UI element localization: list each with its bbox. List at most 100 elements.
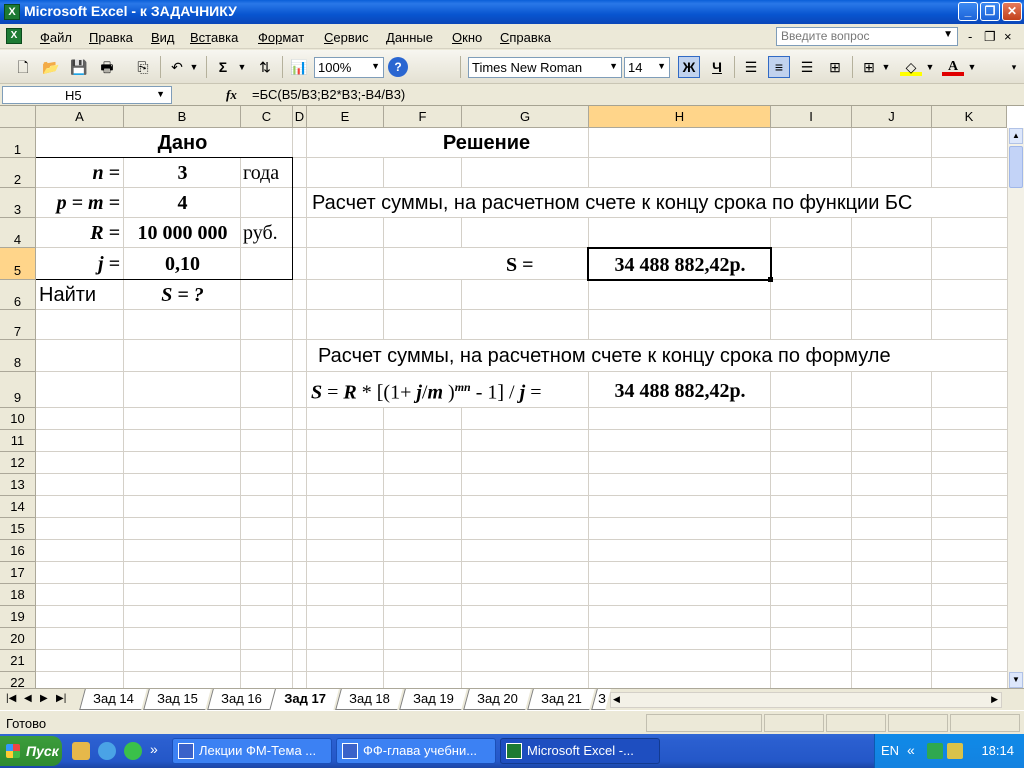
row-header[interactable]: 14 [0,496,36,518]
cell-a6[interactable]: Найти [39,284,96,307]
autosum-dropdown-icon[interactable]: ▼ [236,56,248,78]
cell-f5[interactable]: S = [506,254,534,277]
new-document-icon[interactable]: 🗋 [12,56,34,78]
undo-dropdown-icon[interactable]: ▼ [188,56,200,78]
column-header[interactable]: G [462,106,589,128]
row-header[interactable]: 4 [0,218,36,248]
column-header[interactable]: I [771,106,852,128]
help-icon[interactable]: ? [388,57,408,77]
cell-e9-formula[interactable]: S = R * [(1+ j/m )mn - 1] / j = [311,380,541,405]
column-header[interactable]: C [241,106,293,128]
sheet-tab[interactable]: Зад 15 [143,689,211,710]
minimize-button[interactable]: _ [958,2,978,21]
column-header[interactable]: F [384,106,462,128]
sort-ascending-icon[interactable]: ⇅ [254,56,276,78]
borders-icon[interactable]: ⊞ [858,56,880,78]
last-sheet-icon[interactable]: ▶| [56,693,66,704]
chevron-down-icon[interactable]: ▼ [657,61,666,71]
vertical-scrollbar[interactable]: ▲ ▼ [1007,128,1024,688]
cell-h9[interactable]: 34 488 882,42р. [589,380,771,403]
internet-explorer-icon[interactable] [98,742,116,760]
task-word-chapter[interactable]: ФФ-глава учебни... [336,738,496,764]
font-name-select[interactable]: Times New Roman ▼ [468,57,622,78]
close-button[interactable]: ✕ [1002,2,1022,21]
help-question-input[interactable]: Введите вопрос ▼ [776,27,958,46]
save-icon[interactable]: 💾 [68,56,90,78]
task-excel[interactable]: Microsoft Excel -... [500,738,660,764]
scroll-down-icon[interactable]: ▼ [1009,672,1023,688]
row-header[interactable]: 16 [0,540,36,562]
merge-center-icon[interactable]: ⊞ [824,56,846,78]
borders-dropdown-icon[interactable]: ▼ [880,56,892,78]
row-header[interactable]: 11 [0,430,36,452]
horizontal-scrollbar[interactable]: ◀ ▶ [610,692,1002,708]
workbook-icon[interactable]: X [6,28,22,44]
cell-a5[interactable]: j = [36,253,120,276]
row-header[interactable]: 21 [0,650,36,672]
align-center-icon[interactable]: ≡ [768,56,790,78]
formula-input[interactable]: =БС(B5/B3;B2*B3;-B4/B3) [252,87,405,102]
underline-button[interactable]: Ч [706,56,728,78]
active-cell-selection[interactable] [587,247,772,281]
cell-b6[interactable]: S = ? [124,284,241,307]
cell-a3[interactable]: p = m = [36,192,120,215]
sheet-tab[interactable]: Зад 14 [79,689,147,710]
tray-expand-icon[interactable]: « [907,742,915,758]
row-header[interactable]: 8 [0,340,36,372]
fill-color-icon[interactable]: ◇ [900,56,922,76]
bold-button[interactable]: Ж [678,56,700,78]
row-header[interactable]: 10 [0,408,36,430]
next-sheet-icon[interactable]: ▶ [40,693,48,704]
font-size-select[interactable]: 14 ▼ [624,57,670,78]
sheet-tab[interactable]: Зад 21 [527,689,595,710]
column-header[interactable]: K [932,106,1007,128]
language-indicator[interactable]: EN [881,743,899,758]
cell-b2[interactable]: 3 [124,162,241,185]
cell-e3[interactable]: Расчет суммы, на расчетном счете к концу… [312,192,912,215]
quicklaunch-pen-icon[interactable] [72,742,90,760]
font-color-dropdown-icon[interactable]: ▼ [966,56,978,78]
align-right-icon[interactable]: ☰ [796,56,818,78]
clock[interactable]: 18:14 [981,743,1014,758]
sheet-tab[interactable]: Зад 16 [207,689,275,710]
zoom-select[interactable]: 100% ▼ [314,57,384,78]
menu-data[interactable]: Данные [386,30,433,45]
cell-c4[interactable]: руб. [243,222,278,245]
quicklaunch-more-icon[interactable]: » [150,741,158,757]
row-header[interactable]: 20 [0,628,36,650]
cell-a2[interactable]: n = [36,162,120,185]
media-player-icon[interactable] [124,742,142,760]
copy-icon[interactable]: ⎘ [132,56,154,78]
first-sheet-icon[interactable]: |◀ [6,693,16,704]
row-header[interactable]: 17 [0,562,36,584]
menu-format[interactable]: Формат [258,30,304,45]
sheet-tab-active[interactable]: Зад 17 [269,689,339,711]
column-header[interactable]: B [124,106,241,128]
row-header[interactable]: 3 [0,188,36,218]
cell-b5[interactable]: 0,10 [124,253,241,276]
undo-icon[interactable]: ↶ [166,56,188,78]
row-header[interactable]: 15 [0,518,36,540]
menu-edit[interactable]: Правка [89,30,133,45]
font-color-icon[interactable]: A [942,56,964,76]
menu-window[interactable]: Окно [452,30,482,45]
menu-tools[interactable]: Сервис [324,30,369,45]
column-header-selected[interactable]: H [589,106,771,128]
doc-minimize-button[interactable]: - [968,29,972,44]
open-folder-icon[interactable]: 📂 [40,56,62,78]
column-header[interactable]: E [307,106,384,128]
sheet-tab[interactable]: З [591,689,611,710]
chevron-down-icon[interactable]: ▼ [609,61,618,71]
given-header[interactable]: Дано [124,132,241,155]
scroll-right-icon[interactable]: ▶ [991,694,998,705]
cell-a4[interactable]: R = [36,222,120,245]
sheet-tab[interactable]: Зад 20 [463,689,531,710]
fill-dropdown-icon[interactable]: ▼ [924,56,936,78]
row-header[interactable]: 7 [0,310,36,340]
align-left-icon[interactable]: ☰ [740,56,762,78]
row-header[interactable]: 13 [0,474,36,496]
fill-handle[interactable] [768,277,773,282]
tray-network-icon[interactable] [947,743,963,759]
row-header[interactable]: 1 [0,128,36,158]
row-header[interactable]: 2 [0,158,36,188]
